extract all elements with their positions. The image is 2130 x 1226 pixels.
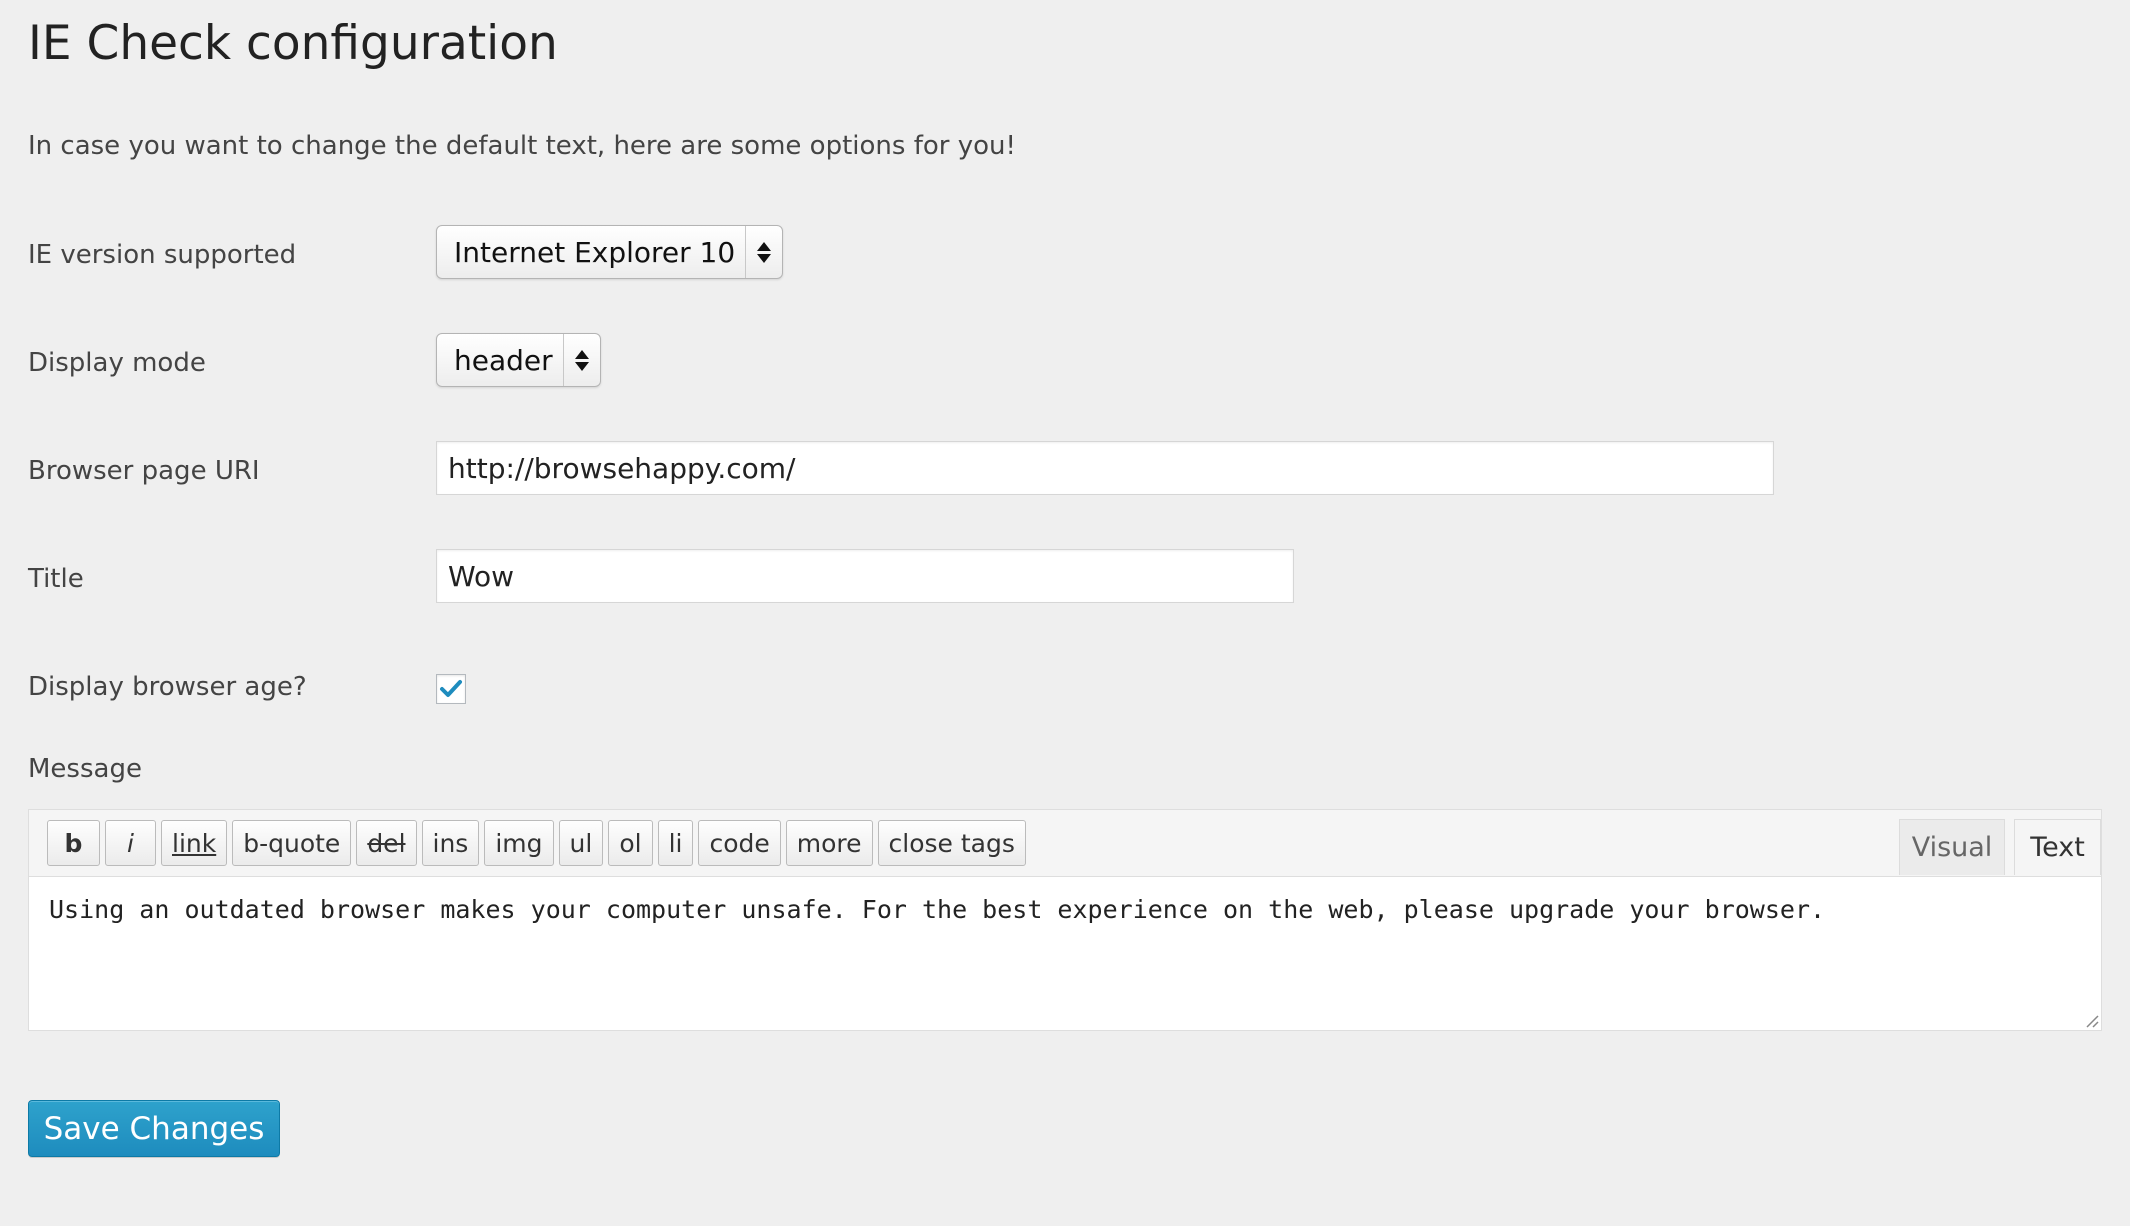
qt-li-button[interactable]: li (657, 820, 694, 866)
ie-version-select[interactable]: Internet Explorer 10 (436, 225, 784, 279)
message-editor: b i link b-quote del ins img ul ol li co… (28, 809, 2102, 1031)
display-age-label: Display browser age? (28, 672, 307, 702)
qt-del-button[interactable]: del (356, 820, 417, 866)
page-title: IE Check configuration (28, 16, 558, 71)
message-label: Message (28, 754, 142, 784)
resize-grip-icon[interactable] (2083, 1012, 2099, 1028)
up-down-arrows-icon (562, 334, 600, 386)
qt-ol-button[interactable]: ol (608, 820, 653, 866)
display-mode-select[interactable]: header (436, 333, 601, 387)
qt-link-button[interactable]: link (161, 820, 228, 866)
qt-close-tags-button[interactable]: close tags (877, 820, 1026, 866)
qt-ul-button[interactable]: ul (558, 820, 604, 866)
page-intro: In case you want to change the default t… (28, 131, 1016, 161)
display-age-checkbox[interactable] (436, 674, 466, 704)
qt-img-button[interactable]: img (484, 820, 554, 866)
tab-visual[interactable]: Visual (1899, 819, 2005, 875)
browser-uri-label: Browser page URI (28, 456, 260, 486)
checkmark-icon (440, 680, 462, 697)
title-label: Title (28, 564, 84, 594)
qt-more-button[interactable]: more (785, 820, 873, 866)
save-changes-button[interactable]: Save Changes (28, 1100, 280, 1157)
quicktags-toolbar: b i link b-quote del ins img ul ol li co… (47, 820, 1026, 866)
tab-text[interactable]: Text (2014, 819, 2101, 875)
qt-code-button[interactable]: code (698, 820, 781, 866)
qt-ins-button[interactable]: ins (421, 820, 480, 866)
display-mode-label: Display mode (28, 348, 206, 378)
message-textarea[interactable]: Using an outdated browser makes your com… (29, 876, 2101, 1030)
settings-page: IE Check configuration In case you want … (0, 0, 2130, 1226)
browser-uri-input[interactable] (436, 441, 1774, 495)
ie-version-label: IE version supported (28, 240, 297, 270)
display-mode-selected: header (454, 343, 553, 377)
qt-italic-button[interactable]: i (105, 820, 156, 866)
qt-blockquote-button[interactable]: b-quote (232, 820, 352, 866)
ie-version-selected: Internet Explorer 10 (454, 235, 736, 269)
qt-bold-button[interactable]: b (47, 820, 100, 866)
up-down-arrows-icon (745, 226, 782, 278)
title-input[interactable] (436, 549, 1294, 603)
